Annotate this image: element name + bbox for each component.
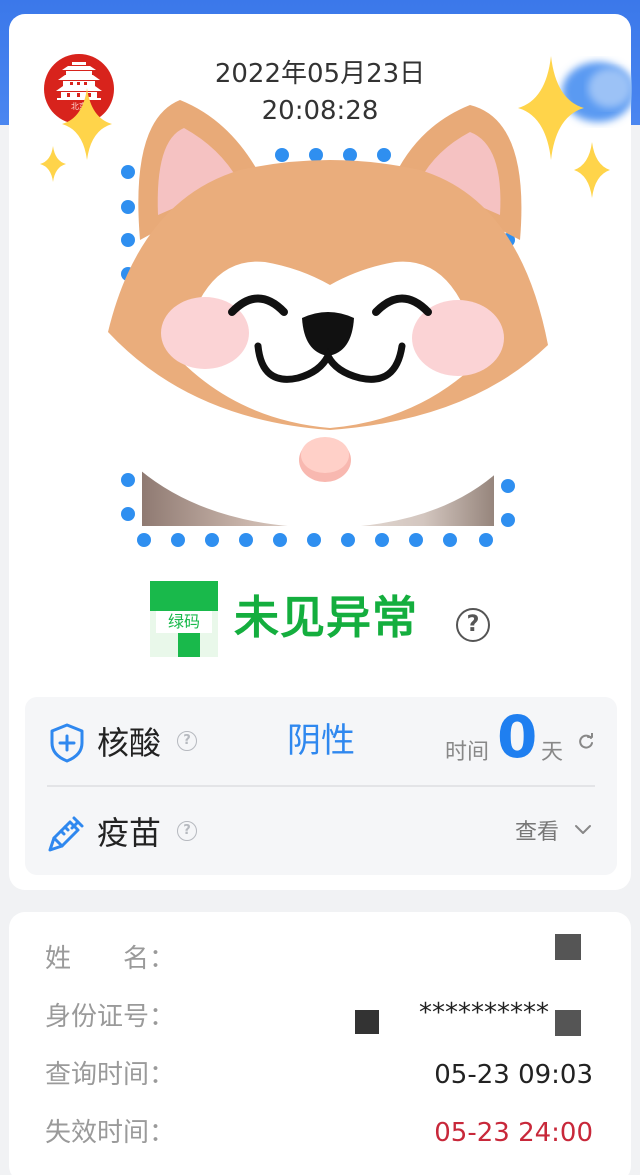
sparkle-icon [40, 146, 66, 182]
name-redaction [555, 934, 581, 960]
personal-info-card: 姓 名： 身份证号： ********** 查询时间： 05-23 09:03 … [9, 912, 631, 1175]
syringe-icon [48, 816, 84, 852]
expiry-time-value: 05-23 24:00 [434, 1118, 593, 1148]
green-code-label: 绿码 [156, 611, 212, 633]
current-date: 2022年05月23日 [214, 59, 426, 89]
divider [47, 785, 595, 787]
id-label: 身份证号： [45, 1002, 176, 1032]
sparkle-icon [574, 142, 610, 198]
id-redaction [555, 1010, 581, 1036]
vaccine-view-link[interactable]: 查看 [515, 819, 559, 847]
green-code-badge[interactable]: 绿码 [150, 581, 218, 657]
status-text: 未见异常 [234, 591, 419, 644]
refresh-icon[interactable] [577, 733, 595, 751]
health-panel: 核酸 ? 阴性 时间 0 天 疫苗 ? 查看 [25, 697, 617, 875]
expiry-time-label: 失效时间： [45, 1118, 176, 1148]
days-count: 0 [497, 703, 538, 771]
face-frame [108, 100, 548, 547]
query-time-label: 查询时间： [45, 1060, 176, 1090]
nucleic-help-icon[interactable]: ? [177, 731, 197, 751]
name-label: 姓 名： [45, 944, 176, 974]
id-value: ********** [419, 998, 549, 1028]
query-time-value: 05-23 09:03 [434, 1060, 593, 1090]
nucleic-label: 核酸 [97, 724, 162, 762]
nucleic-result: 阴性 [287, 721, 355, 761]
days-unit: 天 [541, 740, 564, 765]
time-label: 时间 [445, 740, 490, 765]
id-redaction [355, 1010, 379, 1034]
status-help-icon[interactable]: ? [456, 608, 490, 642]
shield-plus-icon [50, 723, 84, 763]
status-row: 绿码 未见异常 ? [150, 578, 510, 658]
vaccine-label: 疫苗 [97, 814, 162, 852]
vaccine-help-icon[interactable]: ? [177, 821, 197, 841]
chevron-down-icon[interactable] [573, 823, 593, 837]
